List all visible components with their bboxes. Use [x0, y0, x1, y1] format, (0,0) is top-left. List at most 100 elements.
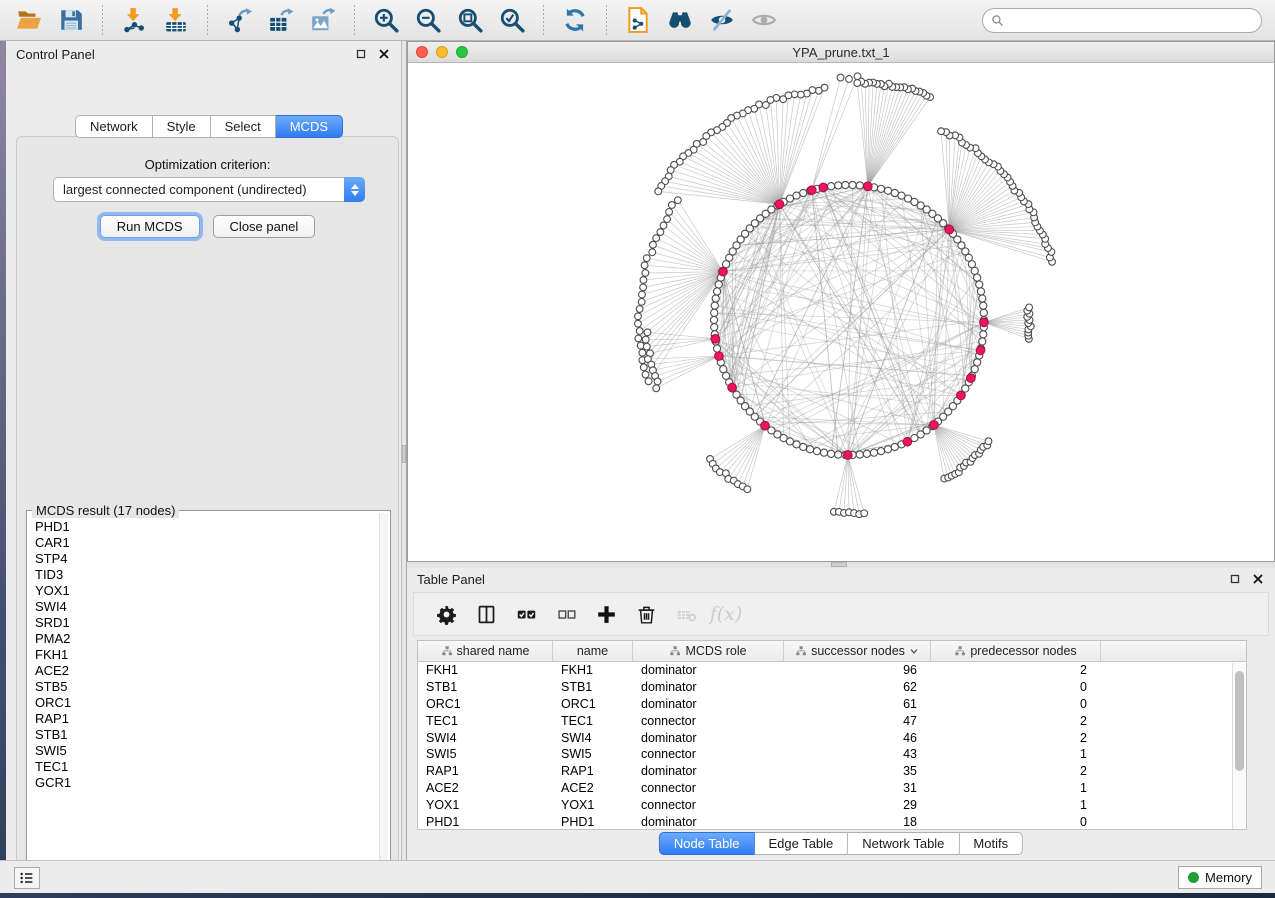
float-panel-icon[interactable]: [353, 47, 368, 62]
mcds-result-item[interactable]: YOX1: [29, 583, 378, 599]
table-row[interactable]: YOX1YOX1connector291: [418, 796, 1246, 813]
table-cell: connector: [633, 714, 784, 728]
table-cell: 0: [931, 697, 1101, 711]
mcds-result-item[interactable]: PMA2: [29, 631, 378, 647]
table-row[interactable]: RAP1RAP1dominator352: [418, 763, 1246, 780]
mcds-result-item[interactable]: ACE2: [29, 663, 378, 679]
column-header-predecessor-nodes[interactable]: predecessor nodes: [931, 641, 1101, 661]
mcds-result-item[interactable]: TEC1: [29, 759, 378, 775]
mcds-result-item[interactable]: SWI5: [29, 743, 378, 759]
dropdown-stepper-icon: [344, 177, 365, 202]
table-cell: connector: [633, 798, 784, 812]
tab-style[interactable]: Style: [153, 115, 211, 138]
mcds-result-item[interactable]: STB5: [29, 679, 378, 695]
scrollbar-thumb[interactable]: [1235, 671, 1244, 771]
import-network-icon[interactable]: [119, 5, 149, 35]
table-tabs: Node TableEdge TableNetwork TableMotifs: [659, 832, 1023, 855]
refresh-view-icon[interactable]: [560, 5, 590, 35]
column-header-successor-nodes[interactable]: successor nodes: [784, 641, 931, 661]
table-cell: 96: [784, 663, 931, 677]
zoom-fit-icon[interactable]: [455, 5, 485, 35]
zoom-out-icon[interactable]: [413, 5, 443, 35]
hide-panels-icon[interactable]: [707, 5, 737, 35]
search-input[interactable]: [1009, 13, 1253, 28]
show-panels-icon[interactable]: [749, 5, 779, 35]
mcds-result-item[interactable]: GCR1: [29, 775, 378, 791]
table-row[interactable]: SWI4SWI4dominator462: [418, 729, 1246, 746]
table-row[interactable]: TEC1TEC1connector472: [418, 712, 1246, 729]
table-cell: 18: [784, 815, 931, 829]
zoom-selected-icon[interactable]: [497, 5, 527, 35]
open-file-icon[interactable]: [14, 5, 44, 35]
network-canvas[interactable]: [408, 63, 1274, 561]
close-panel-button[interactable]: Close panel: [213, 215, 316, 238]
memory-button[interactable]: Memory: [1178, 866, 1262, 889]
tab-select[interactable]: Select: [211, 115, 276, 138]
mcds-result-item[interactable]: STB1: [29, 727, 378, 743]
mcds-result-item[interactable]: SWI4: [29, 599, 378, 615]
table-row[interactable]: STB1STB1dominator620: [418, 679, 1246, 696]
table-cell: 43: [784, 747, 931, 761]
panel-menu-button[interactable]: [14, 867, 40, 889]
toolbar-separator: [102, 5, 103, 35]
table-cell: dominator: [633, 697, 784, 711]
search-box[interactable]: [982, 8, 1262, 33]
splitter-grip[interactable]: [831, 562, 847, 567]
table-row[interactable]: PHD1PHD1dominator180: [418, 813, 1246, 830]
table-row[interactable]: SWI5SWI5connector431: [418, 746, 1246, 763]
save-session-icon[interactable]: [56, 5, 86, 35]
table-row[interactable]: FKH1FKH1dominator962: [418, 662, 1246, 679]
close-panel-icon[interactable]: [376, 47, 391, 62]
export-network-icon[interactable]: [224, 5, 254, 35]
mcds-result-item[interactable]: CAR1: [29, 535, 378, 551]
export-table-icon[interactable]: [266, 5, 296, 35]
control-panel: Control Panel NetworkStyleSelectMCDS Opt…: [6, 41, 401, 860]
table-cell: 31: [784, 781, 931, 795]
mcds-result-item[interactable]: PHD1: [29, 519, 378, 535]
criterion-value: largest connected component (undirected): [54, 182, 344, 197]
table-scrollbar[interactable]: [1232, 663, 1246, 829]
tab-network-table[interactable]: Network Table: [848, 832, 959, 855]
tab-mcds[interactable]: MCDS: [276, 115, 343, 138]
splitter-grip[interactable]: [402, 445, 406, 463]
run-mcds-button[interactable]: Run MCDS: [100, 215, 200, 238]
zoom-in-icon[interactable]: [371, 5, 401, 35]
delete-row-icon[interactable]: [633, 601, 659, 627]
close-panel-icon[interactable]: [1250, 572, 1265, 587]
network-window-titlebar: YPA_prune.txt_1: [408, 42, 1274, 63]
mcds-result-item[interactable]: ORC1: [29, 695, 378, 711]
table-cell: 61: [784, 697, 931, 711]
mcds-result-item[interactable]: FKH1: [29, 647, 378, 663]
mcds-result-list: PHD1CAR1STP4TID3YOX1SWI4SRD1PMA2FKH1ACE2…: [29, 519, 378, 875]
mcds-result-item[interactable]: SRD1: [29, 615, 378, 631]
add-row-icon[interactable]: [593, 601, 619, 627]
tab-network[interactable]: Network: [75, 115, 153, 138]
split-view-icon[interactable]: [473, 601, 499, 627]
table-cell: 29: [784, 798, 931, 812]
settings-icon[interactable]: [433, 601, 459, 627]
tab-node-table[interactable]: Node Table: [659, 832, 755, 855]
table-cell: SWI4: [418, 731, 553, 745]
tab-edge-table[interactable]: Edge Table: [754, 832, 848, 855]
mcds-result-item[interactable]: STP4: [29, 551, 378, 567]
memory-status-icon: [1188, 872, 1199, 883]
column-header-shared-name[interactable]: shared name: [418, 641, 553, 661]
table-row[interactable]: ORC1ORC1dominator610: [418, 696, 1246, 713]
import-table-icon[interactable]: [161, 5, 191, 35]
mcds-result-item[interactable]: TID3: [29, 567, 378, 583]
search-network-icon[interactable]: [665, 5, 695, 35]
float-panel-icon[interactable]: [1227, 572, 1242, 587]
table-cell: YOX1: [418, 798, 553, 812]
select-all-icon[interactable]: [513, 601, 539, 627]
export-image-icon[interactable]: [308, 5, 338, 35]
criterion-dropdown[interactable]: largest connected component (undirected): [53, 177, 365, 202]
column-header-name[interactable]: name: [553, 641, 633, 661]
column-header-MCDS-role[interactable]: MCDS role: [633, 641, 784, 661]
share-document-icon[interactable]: [623, 5, 653, 35]
table-row[interactable]: ACE2ACE2connector311: [418, 780, 1246, 797]
deselect-all-icon[interactable]: [553, 601, 579, 627]
mcds-result-item[interactable]: RAP1: [29, 711, 378, 727]
tab-motifs[interactable]: Motifs: [959, 832, 1023, 855]
table-cell: dominator: [633, 731, 784, 745]
mcds-list-scrollbar[interactable]: [379, 513, 388, 875]
